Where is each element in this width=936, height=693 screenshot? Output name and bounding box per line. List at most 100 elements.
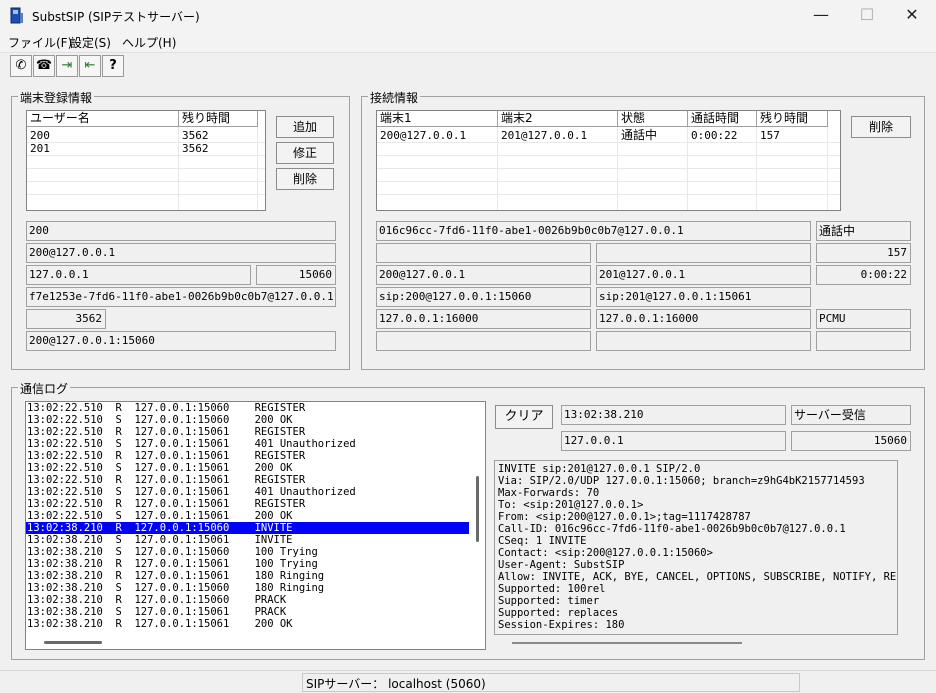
log-vscroll-thumb[interactable] <box>476 476 479 542</box>
edit-button[interactable]: 修正 <box>276 142 334 164</box>
menu-bar: ファイル(F) 設定(S) ヘルプ(H) <box>0 32 936 52</box>
terminal-group-title: 端末登録情報 <box>18 89 95 106</box>
log-list[interactable]: 13:02:22.510 R 127.0.0.1:15060 REGISTER … <box>25 401 486 650</box>
connection-blank-field-1[interactable] <box>376 243 591 263</box>
message-line: INVITE sip:201@127.0.0.1 SIP/2.0 <box>498 463 701 475</box>
ip-field[interactable]: 127.0.0.1 <box>26 265 251 285</box>
message-line: Call-ID: 016c96cc-7fd6-11f0-abe1-0026b9b… <box>498 523 846 535</box>
column-header-remaining[interactable]: 残り時間 <box>757 111 828 127</box>
column-header-duration[interactable]: 通話時間 <box>688 111 757 127</box>
log-row-selected[interactable]: 13:02:38.210 R 127.0.0.1:15060 INVITE <box>26 522 469 534</box>
column-header-terminal2[interactable]: 端末2 <box>498 111 618 127</box>
table-row-remaining[interactable]: 3562 <box>179 142 209 155</box>
log-row[interactable]: 13:02:38.210 S 127.0.0.1:15061 PRACK <box>26 606 469 618</box>
log-row[interactable]: 13:02:22.510 S 127.0.0.1:15061 401 Unaut… <box>26 486 469 498</box>
column-header-username[interactable]: ユーザー名 <box>27 111 179 127</box>
connection-blank-field-2[interactable] <box>596 243 811 263</box>
connection-row-terminal2[interactable]: 201@127.0.0.1 <box>498 129 587 142</box>
log-row[interactable]: 13:02:22.510 S 127.0.0.1:15060 200 OK <box>26 414 469 426</box>
connection-to-field[interactable]: 201@127.0.0.1 <box>596 265 811 285</box>
connection-remain-field[interactable]: 157 <box>816 243 911 263</box>
connection-media1-field[interactable]: 127.0.0.1:16000 <box>376 309 591 329</box>
log-row[interactable]: 13:02:22.510 S 127.0.0.1:15061 200 OK <box>26 462 469 474</box>
column-header-state[interactable]: 状態 <box>618 111 688 127</box>
close-button[interactable]: ✕ <box>889 0 935 32</box>
table-row-remaining[interactable]: 3562 <box>179 129 209 142</box>
log-row[interactable]: 13:02:22.510 R 127.0.0.1:15061 REGISTER <box>26 426 469 438</box>
log-time-field[interactable]: 13:02:38.210 <box>561 405 786 425</box>
log-direction-field[interactable]: サーバー受信 <box>791 405 911 425</box>
export-icon[interactable]: ⇥ <box>56 55 78 77</box>
connection-row-remaining[interactable]: 157 <box>757 129 780 142</box>
message-line: CSeq: 1 INVITE <box>498 535 587 547</box>
log-row[interactable]: 13:02:38.210 R 127.0.0.1:15061 200 OK <box>26 618 469 630</box>
delete-terminal-button[interactable]: 削除 <box>276 168 334 190</box>
connection-duration-field[interactable]: 0:00:22 <box>816 265 911 285</box>
log-row[interactable]: 13:02:38.210 S 127.0.0.1:15061 INVITE <box>26 534 469 546</box>
table-row-user[interactable]: 201 <box>27 142 50 155</box>
connection-row-state[interactable]: 通話中 <box>618 129 657 142</box>
minimize-button[interactable]: — <box>798 0 844 32</box>
user-field[interactable]: 200 <box>26 221 336 241</box>
clear-button[interactable]: クリア <box>495 405 553 429</box>
column-header-remaining[interactable]: 残り時間 <box>179 111 258 127</box>
status-bar: SIPサーバー： localhost (5060) <box>0 670 936 693</box>
message-hscroll-thumb[interactable] <box>512 642 742 644</box>
hangup-icon[interactable]: ☎ <box>33 55 55 77</box>
log-row[interactable]: 13:02:22.510 R 127.0.0.1:15061 REGISTER <box>26 498 469 510</box>
message-line: Contact: <sip:200@127.0.0.1:15060> <box>498 547 713 559</box>
menu-file[interactable]: ファイル(F) <box>8 34 72 51</box>
connection-blank-field-3[interactable] <box>376 331 591 351</box>
log-row[interactable]: 13:02:22.510 R 127.0.0.1:15060 REGISTER <box>26 402 469 414</box>
message-line: Supported: replaces <box>498 607 619 619</box>
import-icon[interactable]: ⇤ <box>79 55 101 77</box>
connection-media2-field[interactable]: 127.0.0.1:16000 <box>596 309 811 329</box>
port-field[interactable]: 15060 <box>256 265 336 285</box>
expires-field[interactable]: 3562 <box>26 309 106 329</box>
connection-row-terminal1[interactable]: 200@127.0.0.1 <box>377 129 466 142</box>
log-row[interactable]: 13:02:38.210 R 127.0.0.1:15061 100 Tryin… <box>26 558 469 570</box>
delete-connection-button[interactable]: 削除 <box>851 116 911 138</box>
message-line: To: <sip:201@127.0.0.1> <box>498 499 644 511</box>
message-line: Max-Forwards: 70 <box>498 487 600 499</box>
log-row[interactable]: 13:02:22.510 R 127.0.0.1:15061 REGISTER <box>26 474 469 486</box>
aor-field[interactable]: 200@127.0.0.1 <box>26 243 336 263</box>
terminal-list[interactable]: ユーザー名 残り時間 200 3562 201 3562 <box>26 110 266 211</box>
connection-blank-field-4[interactable] <box>596 331 811 351</box>
log-group-title: 通信ログ <box>18 380 71 397</box>
log-row[interactable]: 13:02:38.210 S 127.0.0.1:15060 100 Tryin… <box>26 546 469 558</box>
contact-field[interactable]: 200@127.0.0.1:15060 <box>26 331 336 351</box>
connection-contact1-field[interactable]: sip:200@127.0.0.1:15060 <box>376 287 591 307</box>
connection-contact2-field[interactable]: sip:201@127.0.0.1:15061 <box>596 287 811 307</box>
log-port-field[interactable]: 15060 <box>791 431 911 451</box>
log-rows: 13:02:22.510 R 127.0.0.1:15060 REGISTER … <box>26 402 469 634</box>
help-icon[interactable]: ? <box>102 55 124 77</box>
callid-field[interactable]: f7e1253e-7fd6-11f0-abe1-0026b9b0c0b7@127… <box>26 287 336 307</box>
connection-state-field[interactable]: 通話中 <box>816 221 911 241</box>
connection-callid-field[interactable]: 016c96cc-7fd6-11f0-abe1-0026b9b0c0b7@127… <box>376 221 811 241</box>
connection-from-field[interactable]: 200@127.0.0.1 <box>376 265 591 285</box>
connection-list[interactable]: 端末1 端末2 状態 通話時間 残り時間 200@127.0.0.1 201@1… <box>376 110 841 211</box>
log-row[interactable]: 13:02:22.510 S 127.0.0.1:15061 401 Unaut… <box>26 438 469 450</box>
connection-blank-field-5[interactable] <box>816 331 911 351</box>
log-row[interactable]: 13:02:38.210 R 127.0.0.1:15061 180 Ringi… <box>26 570 469 582</box>
log-hscroll-thumb[interactable] <box>44 641 102 644</box>
log-row[interactable]: 13:02:22.510 S 127.0.0.1:15061 200 OK <box>26 510 469 522</box>
call-icon[interactable]: ✆ <box>10 55 32 77</box>
connection-row-duration[interactable]: 0:00:22 <box>688 129 737 142</box>
table-row-user[interactable]: 200 <box>27 129 50 142</box>
window-title: SubstSIP (SIPテストサーバー) <box>32 10 200 24</box>
column-header-terminal1[interactable]: 端末1 <box>377 111 498 127</box>
maximize-button[interactable]: ☐ <box>844 0 890 32</box>
menu-help[interactable]: ヘルプ(H) <box>122 34 176 51</box>
sip-message-view[interactable]: INVITE sip:201@127.0.0.1 SIP/2.0 Via: SI… <box>494 460 898 635</box>
log-row[interactable]: 13:02:22.510 R 127.0.0.1:15061 REGISTER <box>26 450 469 462</box>
menu-settings[interactable]: 設定(S) <box>70 34 111 51</box>
log-row[interactable]: 13:02:38.210 R 127.0.0.1:15060 PRACK <box>26 594 469 606</box>
message-line: Via: SIP/2.0/UDP 127.0.0.1:15060; branch… <box>498 475 865 487</box>
add-button[interactable]: 追加 <box>276 116 334 138</box>
log-row[interactable]: 13:02:38.210 S 127.0.0.1:15060 180 Ringi… <box>26 582 469 594</box>
message-line: Allow: INVITE, ACK, BYE, CANCEL, OPTIONS… <box>498 571 898 583</box>
log-ip-field[interactable]: 127.0.0.1 <box>561 431 786 451</box>
connection-codec-field[interactable]: PCMU <box>816 309 911 329</box>
